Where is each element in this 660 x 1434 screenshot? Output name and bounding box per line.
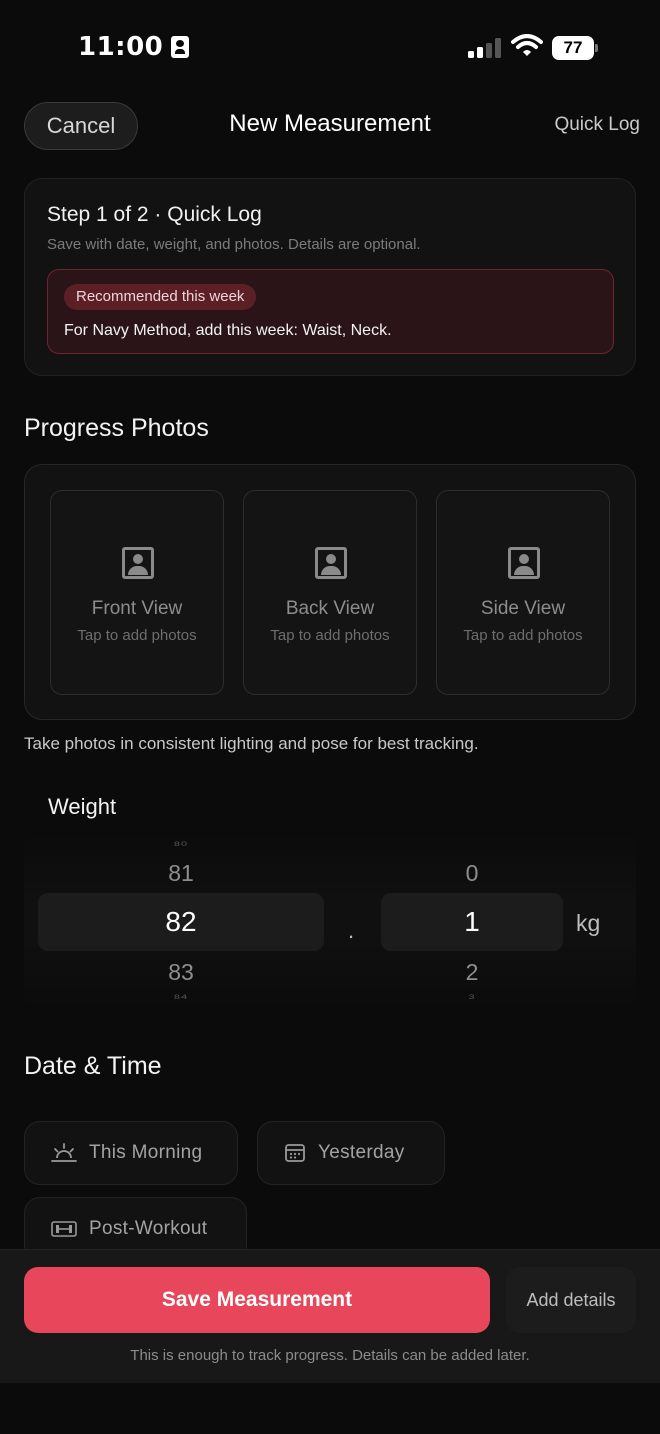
status-time: 11:00 [78, 32, 190, 62]
page-title: New Measurement [229, 110, 431, 137]
back-view-photo-slot[interactable]: Back View Tap to add photos [243, 490, 417, 695]
cellular-signal-icon [468, 38, 501, 58]
step-title: Step 1 of 2 · Quick Log [47, 203, 262, 226]
this-morning-chip[interactable]: This Morning [24, 1121, 238, 1185]
step-subtitle: Save with date, weight, and photos. Deta… [47, 236, 421, 253]
photo-slot-label: Back View [285, 598, 375, 619]
photo-slot-label: Side View [480, 598, 566, 619]
dumbbell-icon [51, 1221, 77, 1237]
chip-label: Yesterday [318, 1142, 405, 1163]
recommendation-badge: Recommended this week [64, 284, 257, 310]
weight-integer-picker[interactable]: 80 81 82 83 84 [38, 832, 324, 1010]
photo-slot-hint: Tap to add photos [77, 627, 197, 644]
photo-placeholder-icon [315, 547, 347, 579]
quick-log-button[interactable]: Quick Log [530, 114, 640, 136]
calendar-icon [285, 1144, 305, 1162]
status-time-text: 11:00 [78, 32, 164, 62]
battery-tip [595, 44, 598, 52]
picker-option[interactable]: 3 [381, 993, 563, 1000]
picker-option[interactable]: 2 [381, 959, 563, 986]
chip-label: Post-Workout [89, 1218, 208, 1239]
picker-selected-value[interactable]: 1 [381, 893, 563, 951]
status-bar: 11:00 77 [0, 0, 660, 96]
decimal-separator: . [348, 918, 355, 943]
photo-slot-hint: Tap to add photos [270, 627, 390, 644]
contact-card-icon [171, 36, 190, 58]
photo-placeholder-icon [122, 547, 154, 579]
photo-slot-label: Front View [91, 598, 183, 619]
battery-level: 77 [552, 36, 594, 60]
sunrise-icon [51, 1143, 77, 1162]
recommendation-banner: Recommended this week For Navy Method, a… [47, 269, 614, 354]
step-card: Step 1 of 2 · Quick Log Save with date, … [24, 178, 636, 376]
bottom-action-bar: Save Measurement Add details This is eno… [0, 1249, 660, 1383]
side-view-photo-slot[interactable]: Side View Tap to add photos [436, 490, 610, 695]
picker-option[interactable]: 84 [38, 993, 324, 1000]
photo-placeholder-icon [508, 547, 540, 579]
photo-slot-hint: Tap to add photos [463, 627, 583, 644]
weight-decimal-picker[interactable]: 0 1 2 3 [381, 832, 563, 1010]
chip-label: This Morning [89, 1142, 203, 1163]
photos-tip: Take photos in consistent lighting and p… [24, 734, 479, 753]
date-time-heading: Date & Time [24, 1052, 162, 1080]
yesterday-chip[interactable]: Yesterday [257, 1121, 445, 1185]
picker-option[interactable]: 0 [381, 860, 563, 887]
wifi-icon [511, 34, 543, 56]
picker-selected-value[interactable]: 82 [38, 893, 324, 951]
add-details-button[interactable]: Add details [506, 1267, 636, 1333]
picker-option[interactable]: 83 [38, 959, 324, 986]
save-measurement-button[interactable]: Save Measurement [24, 1267, 490, 1333]
weight-label: Weight [48, 794, 117, 819]
progress-photos-heading: Progress Photos [24, 414, 209, 442]
front-view-photo-slot[interactable]: Front View Tap to add photos [50, 490, 224, 695]
picker-option[interactable]: 81 [38, 860, 324, 887]
weight-unit: kg [576, 910, 601, 936]
home-indicator-area [0, 1383, 660, 1434]
photos-card: Front View Tap to add photos Back View T… [24, 464, 636, 720]
picker-option[interactable]: 80 [38, 840, 324, 847]
battery-icon: 77 [552, 36, 598, 60]
recommendation-text: For Navy Method, add this week: Waist, N… [64, 322, 392, 339]
cancel-button[interactable]: Cancel [24, 102, 138, 150]
footer-note: This is enough to track progress. Detail… [130, 1347, 530, 1364]
